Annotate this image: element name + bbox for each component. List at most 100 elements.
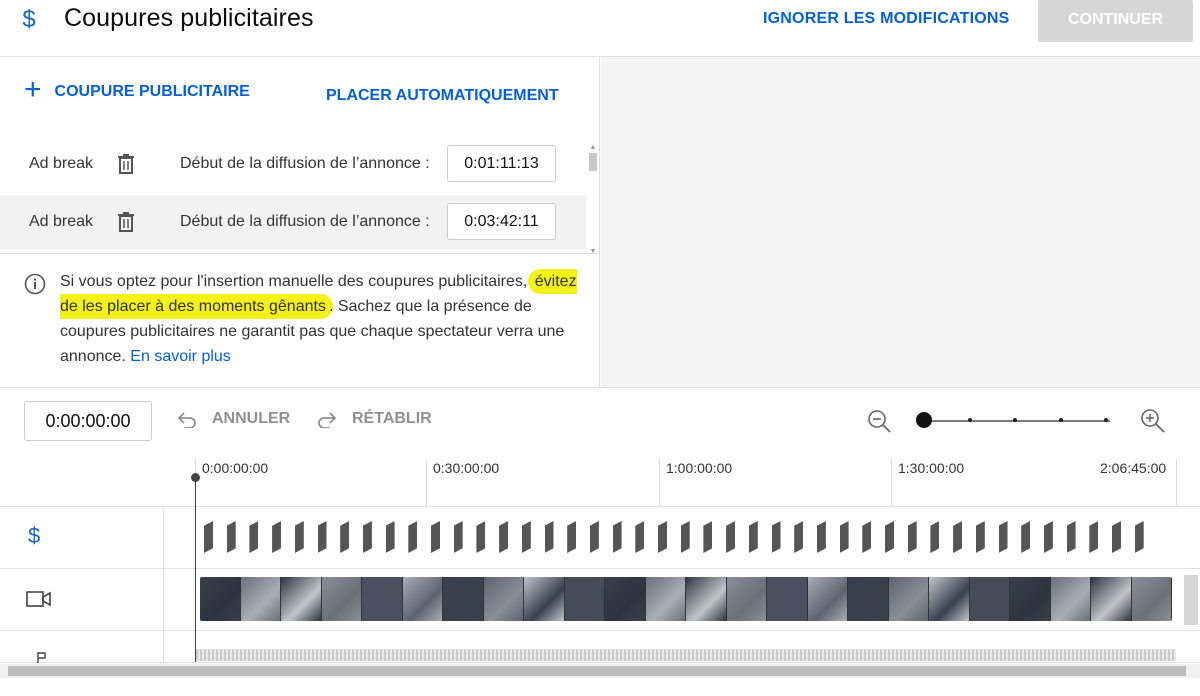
ad-marker[interactable] <box>680 521 690 553</box>
ad-marker[interactable] <box>726 521 736 553</box>
ad-track: $ <box>0 507 1200 569</box>
discard-changes-button[interactable]: IGNORER LES MODIFICATIONS <box>763 10 1009 28</box>
video-thumbnail <box>726 577 767 621</box>
timecode-input[interactable]: 0:00:00:00 <box>24 401 152 441</box>
ad-marker[interactable] <box>499 521 509 553</box>
ad-marker[interactable] <box>362 521 372 553</box>
learn-more-link[interactable]: En savoir plus <box>130 348 231 365</box>
continue-button[interactable]: CONTINUER <box>1038 0 1193 42</box>
ad-marker[interactable] <box>612 521 622 553</box>
ad-marker[interactable] <box>294 521 304 553</box>
ad-start-time-input[interactable]: 0:03:42:11 <box>447 203 556 240</box>
divider <box>0 253 600 254</box>
ad-marker[interactable] <box>1043 521 1053 553</box>
ad-marker[interactable] <box>1021 521 1031 553</box>
ad-break-label: Ad break <box>29 213 94 230</box>
ad-marker[interactable] <box>521 521 531 553</box>
ad-marker[interactable] <box>885 521 894 553</box>
ad-marker[interactable] <box>340 521 350 553</box>
ad-marker[interactable] <box>1112 521 1121 553</box>
zoom-step-dot <box>968 418 972 422</box>
ad-marker[interactable] <box>476 521 486 553</box>
auto-place-button[interactable]: PLACER AUTOMATIQUEMENT <box>326 87 559 105</box>
timeline-ruler[interactable]: 0:00:00:00 0:30:00:00 1:00:00:00 1:30:00… <box>0 447 1200 507</box>
ad-marker[interactable] <box>567 521 577 553</box>
video-thumbnail <box>1091 577 1132 621</box>
ad-marker[interactable] <box>453 521 463 553</box>
video-thumbnail <box>1010 577 1051 621</box>
zoom-out-icon[interactable] <box>866 408 892 434</box>
ad-marker[interactable] <box>204 521 213 553</box>
playhead-handle[interactable] <box>191 473 200 482</box>
ad-marker[interactable] <box>385 521 395 553</box>
ad-marker[interactable] <box>544 521 554 553</box>
ad-marker[interactable] <box>1134 521 1144 553</box>
video-thumbnail <box>645 577 686 621</box>
video-thumbnail <box>524 577 565 621</box>
ad-start-time-input[interactable]: 0:01:11:13 <box>447 145 556 182</box>
audio-track-label <box>0 631 164 663</box>
ad-break-label: Ad break <box>29 155 94 172</box>
scroll-up-icon[interactable]: ▲ <box>589 144 597 151</box>
ad-break-row: Ad break Début de la diffusion de l’anno… <box>0 195 586 249</box>
zoom-in-icon[interactable] <box>1138 406 1166 434</box>
ad-marker[interactable] <box>1066 521 1076 553</box>
ad-marker[interactable] <box>249 521 259 553</box>
ad-marker[interactable] <box>748 521 758 553</box>
ad-marker[interactable] <box>272 521 282 553</box>
ad-marker[interactable] <box>408 521 418 553</box>
ad-marker[interactable] <box>589 521 599 553</box>
ad-marker[interactable] <box>862 521 872 553</box>
ad-marker[interactable] <box>953 521 963 553</box>
video-thumbnail <box>888 577 929 621</box>
ad-marker[interactable] <box>816 521 826 553</box>
undo-button[interactable]: ANNULER <box>176 410 290 428</box>
ad-marker[interactable] <box>635 521 645 553</box>
ad-marker[interactable] <box>998 521 1008 553</box>
ad-marker[interactable] <box>317 521 327 553</box>
redo-button[interactable]: RÉTABLIR <box>316 410 432 428</box>
audio-waveform <box>196 649 1176 661</box>
undo-label: ANNULER <box>212 410 291 427</box>
ad-marker[interactable] <box>703 521 713 553</box>
ad-marker[interactable] <box>975 521 985 553</box>
ruler-tick <box>891 459 892 507</box>
ad-marker[interactable] <box>658 521 667 553</box>
scroll-down-icon[interactable]: ▼ <box>589 248 597 255</box>
dollar-icon: $ <box>28 523 41 548</box>
ruler-label: 0:00:00:00 <box>202 460 269 476</box>
horizontal-scrollbar[interactable] <box>0 664 1200 678</box>
zoom-slider-track[interactable] <box>924 420 1110 422</box>
scrollbar-thumb[interactable] <box>8 666 1186 676</box>
trash-icon[interactable] <box>117 211 135 233</box>
video-thumbnail <box>686 577 727 621</box>
audio-track <box>0 631 1200 663</box>
info-text: Si vous optez pour l'insertion manuelle … <box>60 269 580 369</box>
ad-marker[interactable] <box>839 521 849 553</box>
trash-icon[interactable] <box>117 153 135 175</box>
zoom-slider-handle[interactable] <box>916 412 932 428</box>
ad-marker[interactable] <box>771 521 781 553</box>
ad-breaks-panel: + COUPURE PUBLICITAIRE PLACER AUTOMATIQU… <box>0 57 600 387</box>
ad-marker[interactable] <box>1089 521 1099 553</box>
break-list-scrollbar[interactable]: ▲ ▼ <box>588 144 598 255</box>
ad-marker[interactable] <box>930 521 940 553</box>
video-camera-icon <box>26 591 51 607</box>
ad-marker[interactable] <box>226 521 236 553</box>
ad-markers[interactable] <box>200 521 1144 555</box>
info-text-part1: Si vous optez pour l'insertion manuelle … <box>60 273 528 290</box>
add-ad-break-button[interactable]: + COUPURE PUBLICITAIRE <box>24 73 250 106</box>
plus-icon: + <box>24 73 42 106</box>
scrollbar-thumb[interactable] <box>589 153 597 171</box>
ruler-label: 1:30:00:00 <box>898 460 965 476</box>
header-bar: $ Coupures publicitaires IGNORER LES MOD… <box>0 0 1200 57</box>
ad-marker[interactable] <box>794 521 804 553</box>
ad-marker[interactable] <box>431 521 440 553</box>
video-thumbnail <box>483 577 524 621</box>
ad-marker[interactable] <box>907 521 917 553</box>
video-filmstrip[interactable] <box>200 577 1172 621</box>
vertical-scrollbar[interactable] <box>1184 575 1198 625</box>
video-preview <box>601 57 1200 387</box>
flag-icon <box>37 652 46 663</box>
playhead[interactable] <box>195 477 196 662</box>
